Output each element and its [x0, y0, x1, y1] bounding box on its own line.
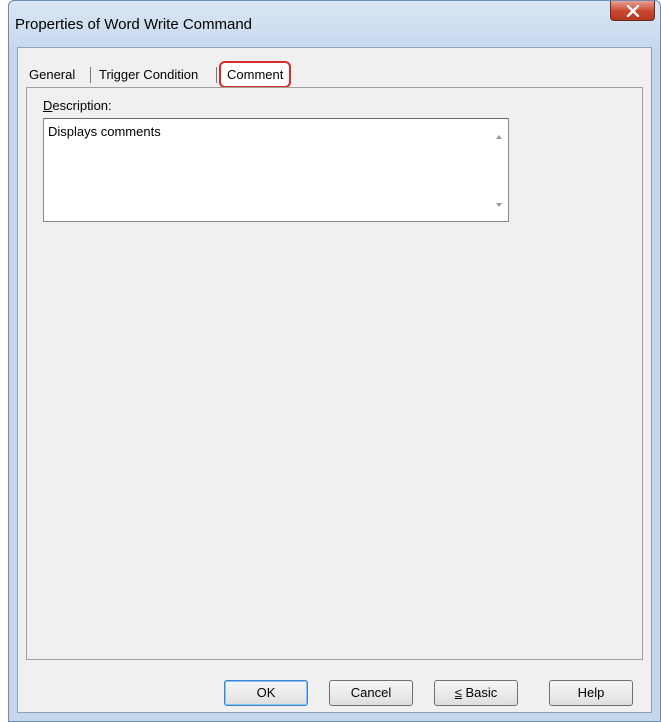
cancel-button[interactable]: Cancel [329, 680, 413, 706]
tab-strip: General Trigger Condition Comment [26, 60, 626, 88]
tab-separator [216, 67, 217, 83]
tab-trigger-condition[interactable]: Trigger Condition [96, 64, 201, 86]
title-bar[interactable]: Properties of Word Write Command [9, 1, 660, 47]
description-textarea[interactable]: Displays comments [43, 118, 509, 222]
basic-button-label: Basic [461, 685, 498, 700]
dialog-body: General Trigger Condition Comment Descri… [17, 47, 652, 713]
comment-panel: Description: Displays comments [26, 87, 643, 660]
window-title: Properties of Word Write Command [15, 16, 253, 33]
help-button[interactable]: Help [549, 680, 633, 706]
basic-button-mnemonic: ≤ [454, 685, 462, 700]
description-value: Displays comments [48, 124, 161, 139]
ok-button[interactable]: OK [224, 680, 308, 706]
tab-general[interactable]: General [26, 64, 78, 86]
basic-button[interactable]: ≤ Basic [434, 680, 518, 706]
properties-dialog: Properties of Word Write Command General… [8, 0, 661, 722]
tab-separator [90, 67, 91, 83]
description-label-text: escription: [52, 98, 112, 113]
description-label: Description: [43, 98, 112, 113]
scroll-up-arrow-icon[interactable] [496, 135, 502, 139]
description-label-mnemonic: D [43, 98, 53, 113]
tab-comment[interactable]: Comment [219, 61, 292, 88]
close-icon [626, 4, 639, 17]
close-button[interactable] [610, 1, 655, 21]
scroll-down-arrow-icon[interactable] [496, 203, 502, 207]
